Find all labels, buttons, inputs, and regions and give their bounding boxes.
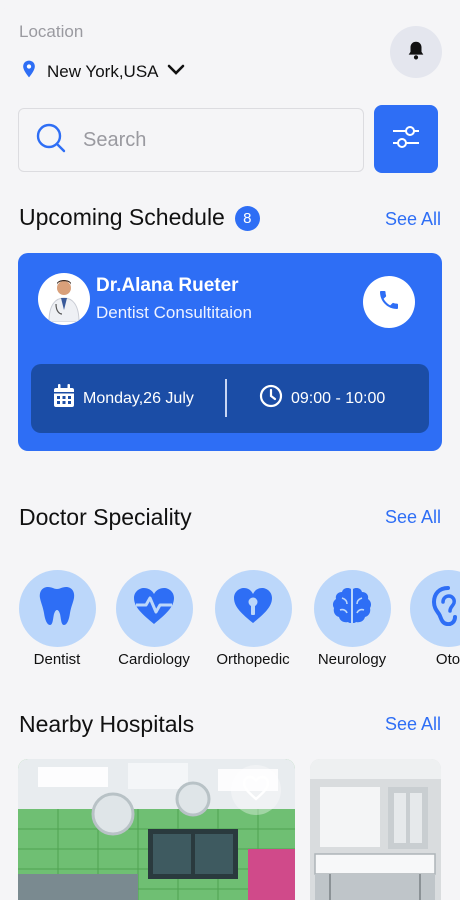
hospital-photo (310, 759, 441, 900)
location-label: Location (19, 22, 84, 41)
time-bar-divider (225, 379, 227, 417)
heart-outline-icon (242, 775, 270, 806)
hospital-card[interactable] (18, 759, 295, 900)
appointment-time: 09:00 - 10:00 (259, 364, 385, 433)
speciality-circle (18, 570, 96, 647)
speciality-label: Cardiology (118, 651, 190, 668)
sliders-icon (391, 123, 421, 156)
ear-icon (431, 586, 460, 631)
brain-icon (331, 586, 373, 631)
speciality-circle (115, 570, 193, 647)
heart-bone-icon (232, 587, 274, 630)
location-city: New York,USA (47, 61, 159, 81)
search-box[interactable] (18, 108, 364, 172)
speciality-circle (409, 570, 460, 647)
upcoming-schedule-title: Upcoming Schedule (19, 204, 225, 230)
calendar-icon (53, 384, 75, 413)
search-input[interactable] (83, 128, 323, 152)
appointment-date-text: Monday,26 July (83, 389, 194, 407)
schedule-count-badge: 8 (234, 206, 260, 231)
filter-button[interactable] (374, 105, 438, 173)
home-screen: Location New York,USA Upcoming Schedule 8… (0, 0, 460, 900)
phone-icon (377, 288, 401, 317)
notification-button[interactable] (390, 26, 442, 78)
speciality-item-dentist[interactable]: Dentist (7, 570, 107, 668)
nearby-hospitals-title: Nearby Hospitals (19, 711, 195, 737)
speciality-item-oto[interactable]: Oto (398, 570, 460, 668)
heart-pulse-icon (132, 586, 176, 631)
appointment-card[interactable]: Dr.Alana Rueter Dentist Consultitaion Mo… (18, 253, 442, 451)
speciality-item-neurology[interactable]: Neurology (302, 570, 402, 668)
speciality-item-orthopedic[interactable]: Orthopedic (203, 570, 303, 668)
speciality-see-all-link[interactable]: See All (385, 507, 441, 528)
speciality-item-cardiology[interactable]: Cardiology (104, 570, 204, 668)
schedule-see-all-link[interactable]: See All (385, 209, 441, 230)
speciality-label: Neurology (317, 651, 387, 668)
speciality-label: Oto (435, 651, 460, 668)
hospital-card[interactable] (310, 759, 441, 900)
call-button[interactable] (363, 276, 415, 328)
doctor-name: Dr.Alana Rueter (96, 275, 239, 296)
clock-icon (259, 384, 283, 413)
speciality-list: Dentist Cardiology Orthopedic Neurology … (0, 570, 460, 670)
upcoming-schedule-heading: Upcoming Schedule 8 (19, 204, 260, 231)
bell-icon (405, 38, 427, 67)
appointment-time-text: 09:00 - 10:00 (291, 389, 386, 407)
hospitals-see-all-link[interactable]: See All (385, 714, 441, 735)
speciality-label: Orthopedic (216, 651, 290, 668)
speciality-circle (313, 570, 391, 647)
chevron-down-icon (167, 63, 185, 81)
doctor-speciality-title: Doctor Speciality (19, 504, 192, 530)
appointment-time-bar: Monday,26 July 09:00 - 10:00 (31, 364, 429, 433)
appointment-date: Monday,26 July (53, 364, 194, 433)
search-icon (35, 122, 67, 159)
location-selector[interactable]: New York,USA (19, 58, 185, 85)
doctor-avatar (38, 273, 90, 325)
favorite-button[interactable] (231, 765, 281, 815)
doctor-specialty: Dentist Consultitaion (96, 303, 252, 322)
speciality-label: Dentist (33, 651, 81, 668)
speciality-circle (214, 570, 292, 647)
tooth-icon (38, 585, 76, 632)
location-pin-icon (19, 58, 39, 85)
